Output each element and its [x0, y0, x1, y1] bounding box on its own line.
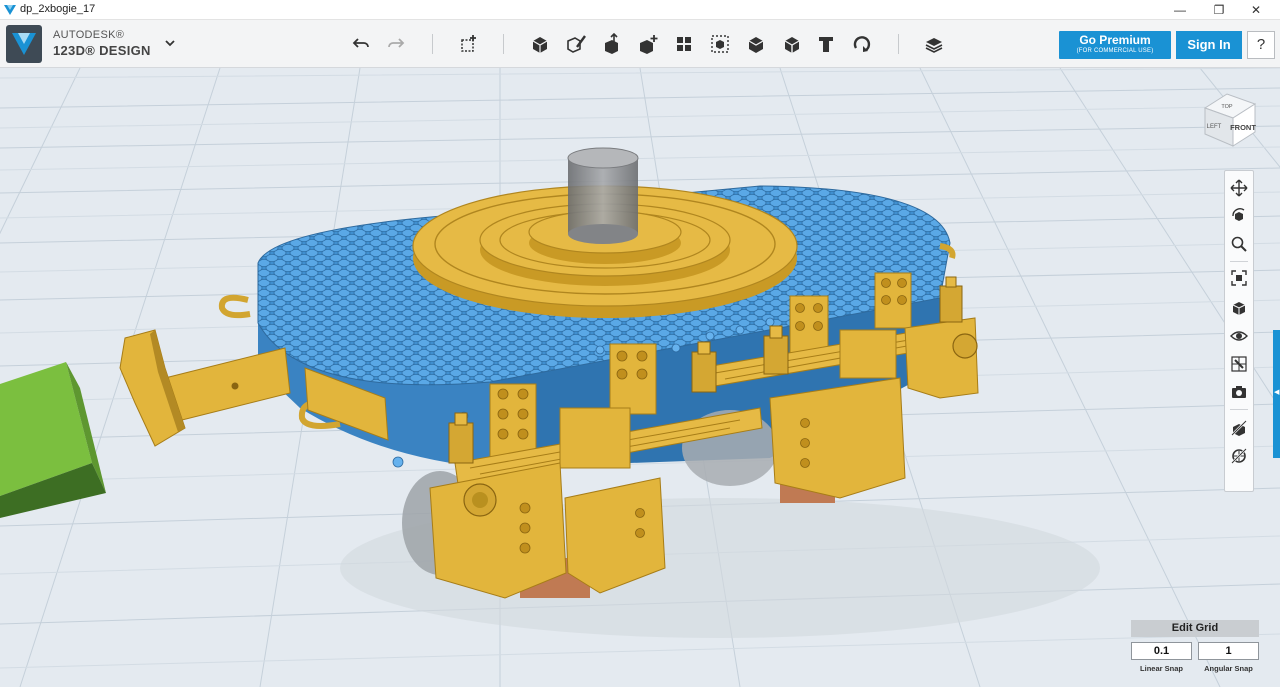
view-cube[interactable]: TOP LEFT FRONT: [1197, 86, 1261, 150]
sign-in-button[interactable]: Sign In: [1176, 31, 1242, 59]
visibility-icon: [1230, 331, 1248, 341]
transform-button[interactable]: [455, 30, 483, 58]
hide-mesh-button[interactable]: [1228, 445, 1250, 467]
snap-button[interactable]: [848, 30, 876, 58]
toolbar-divider: [898, 34, 899, 54]
snap-icon: [853, 36, 871, 52]
go-premium-button[interactable]: Go Premium (FOR COMMERCIAL USE): [1059, 31, 1171, 59]
view-mode-button[interactable]: [1228, 297, 1250, 319]
brand-vendor: AUTODESK®: [53, 29, 125, 41]
construct-icon: [605, 33, 618, 54]
minimize-button[interactable]: —: [1162, 1, 1198, 19]
construct-button[interactable]: [598, 30, 626, 58]
linear-snap-label: Linear Snap: [1140, 664, 1183, 673]
combine-icon: [748, 37, 764, 53]
window-title: dp_2xbogie_17: [20, 3, 96, 15]
premium-label: Go Premium: [1079, 33, 1151, 47]
chevron-left-icon: ◀: [1274, 389, 1280, 396]
grouping-icon: [711, 35, 729, 53]
zoom-button[interactable]: [1228, 233, 1250, 255]
redo-icon: [388, 38, 405, 48]
view-mode-icon: [1232, 302, 1246, 315]
primitives-button[interactable]: [526, 30, 554, 58]
title-bar: dp_2xbogie_17 — ❐ ✕: [0, 0, 1280, 20]
angular-snap-label: Angular Snap: [1204, 664, 1253, 673]
hide-sketch-button[interactable]: [1228, 417, 1250, 439]
edit-grid-button[interactable]: Edit Grid: [1131, 620, 1259, 637]
pan-icon: [1230, 179, 1248, 197]
help-button[interactable]: ?: [1247, 31, 1275, 59]
fit-icon: [1231, 270, 1247, 286]
viewcube-top-label: TOP: [1221, 104, 1233, 110]
app-window: dp_2xbogie_17 — ❐ ✕ AUTODESK® 123D® DESI…: [0, 0, 1280, 687]
hide-sketch-icon: [1231, 420, 1247, 436]
angular-snap-field[interactable]: 1: [1198, 642, 1259, 660]
fit-button[interactable]: [1228, 267, 1250, 289]
3d-viewport[interactable]: TOP LEFT FRONT ◀ Edit Grid 0.1 1 Linear …: [0, 68, 1280, 687]
viewcube-left-label: LEFT: [1207, 124, 1222, 130]
sketch-icon: [567, 35, 586, 53]
linear-snap-field[interactable]: 0.1: [1131, 642, 1192, 660]
combine-button[interactable]: [742, 30, 770, 58]
toolbar-divider: [432, 34, 433, 54]
primitives-icon: [532, 37, 548, 53]
measure-button[interactable]: [778, 30, 806, 58]
modify-button[interactable]: [634, 30, 662, 58]
orbit-icon: [1232, 208, 1245, 221]
modify-icon: [640, 35, 658, 54]
premium-sublabel: (FOR COMMERCIAL USE): [1076, 48, 1154, 54]
app-logo-icon[interactable]: [6, 25, 42, 63]
pan-button[interactable]: [1228, 177, 1250, 199]
undo-icon: [352, 38, 369, 48]
maximize-button[interactable]: ❐: [1201, 1, 1237, 19]
zoom-icon: [1231, 236, 1247, 252]
visibility-button[interactable]: [1228, 325, 1250, 347]
redo-button[interactable]: [382, 30, 410, 58]
viewcube-front-label: FRONT: [1230, 123, 1256, 132]
grouping-button[interactable]: [706, 30, 734, 58]
toolbar-divider: [503, 34, 504, 54]
nav-divider: [1230, 409, 1248, 410]
pivot-cylinder[interactable]: [567, 147, 639, 244]
main-toolbar: AUTODESK® 123D® DESIGN Go Premium (FOR C…: [0, 20, 1280, 68]
material-view-icon: [1231, 356, 1247, 372]
scene-canvas[interactable]: [0, 68, 1280, 687]
app-logo-icon: [4, 5, 16, 15]
snapshot-button[interactable]: [1228, 381, 1250, 403]
material-view-button[interactable]: [1228, 353, 1250, 375]
transform-icon: [461, 35, 476, 52]
text-icon: [819, 37, 833, 52]
grid-settings-panel: Edit Grid 0.1 1 Linear Snap Angular Snap: [1131, 620, 1259, 678]
sketch-button[interactable]: [562, 30, 590, 58]
measure-icon: [784, 37, 800, 53]
material-icon: [925, 38, 943, 53]
green-block[interactable]: [0, 362, 106, 518]
close-button[interactable]: ✕: [1238, 1, 1274, 19]
pattern-button[interactable]: [670, 30, 698, 58]
snapshot-icon: [1232, 386, 1246, 398]
hide-mesh-icon: [1231, 448, 1247, 464]
chevron-down-icon[interactable]: [162, 35, 178, 51]
orbit-button[interactable]: [1228, 205, 1250, 227]
nav-divider: [1230, 261, 1248, 262]
navigation-bar: [1224, 170, 1254, 492]
text-button[interactable]: [812, 30, 840, 58]
brand-product: 123D® DESIGN: [53, 43, 151, 58]
undo-button[interactable]: [347, 30, 375, 58]
pattern-icon: [677, 37, 691, 51]
side-panel-toggle[interactable]: ◀: [1273, 330, 1280, 458]
material-button[interactable]: [920, 30, 948, 58]
